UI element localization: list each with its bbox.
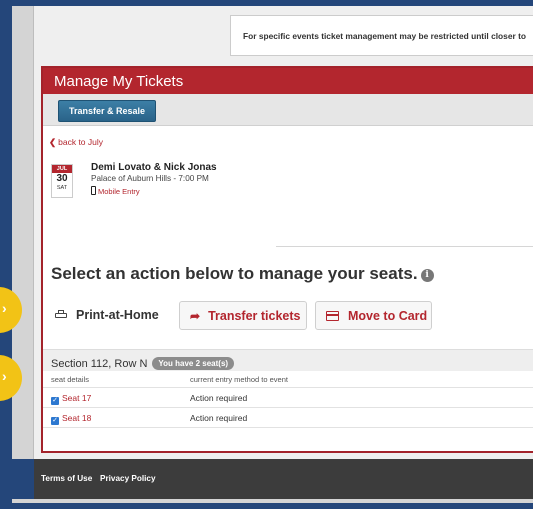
event-entry-label: Mobile Entry: [98, 187, 140, 196]
calendar-icon: JUL 30 SAT: [51, 164, 73, 198]
window-frame-left: [0, 0, 12, 509]
chevron-right-icon: ›: [2, 300, 7, 316]
credit-card-icon: [326, 311, 339, 321]
manage-headline-text: Select an action below to manage your se…: [51, 264, 418, 283]
footer: Terms of Use Privacy Policy: [34, 459, 533, 499]
chevron-right-icon: ›: [2, 368, 7, 384]
section-label: Section 112, Row N: [51, 358, 148, 370]
table-row: ✓ Seat 17 Action required: [43, 388, 533, 408]
seat-label: Seat 18: [62, 413, 92, 423]
seat-status: Action required: [190, 393, 248, 403]
card-title: Manage My Tickets: [54, 73, 184, 90]
back-link-label: back to July: [58, 137, 104, 147]
info-icon[interactable]: i: [420, 269, 434, 282]
card-header: Manage My Tickets: [43, 68, 533, 94]
event-month: JUL: [52, 165, 72, 173]
privacy-policy-link[interactable]: Privacy Policy: [100, 474, 156, 483]
section-bar: Section 112, Row N You have 2 seat(s): [43, 349, 533, 371]
print-label: Print-at-Home: [76, 308, 159, 322]
window-frame-bottom: [0, 499, 533, 509]
seat-count-badge: You have 2 seat(s): [152, 357, 235, 370]
card-toolbar: Transfer & Resale: [43, 94, 533, 126]
event-title: Demi Lovato & Nick Jonas: [91, 162, 217, 173]
divider: [276, 246, 533, 247]
move-to-card-label: Move to Card: [348, 309, 428, 323]
transfer-tickets-button[interactable]: ➦ Transfer tickets: [179, 301, 307, 330]
event-day: 30: [56, 173, 68, 184]
seat-status: Action required: [190, 413, 248, 423]
terms-of-use-link[interactable]: Terms of Use: [41, 474, 92, 483]
manage-headline: Select an action below to manage your se…: [51, 264, 434, 284]
seat-table-header: seat details current entry method to eve…: [43, 372, 533, 388]
event-entry-method: Mobile Entry: [91, 186, 140, 196]
transfer-resale-button[interactable]: Transfer & Resale: [58, 100, 157, 122]
restriction-notice: For specific events ticket management ma…: [230, 15, 533, 56]
event-weekday: SAT: [56, 185, 68, 191]
checkbox-checked-icon[interactable]: ✓: [51, 397, 59, 405]
printer-icon: [55, 310, 67, 320]
column-header-seat-details: seat details: [51, 375, 89, 384]
seat-checkbox-label[interactable]: ✓ Seat 18: [51, 413, 91, 425]
back-link[interactable]: ❮ back to July: [49, 137, 103, 148]
seat-label: Seat 17: [62, 393, 92, 403]
column-header-entry-method: current entry method to event: [190, 375, 288, 384]
move-to-card-button[interactable]: Move to Card: [315, 301, 432, 330]
event-venue: Palace of Auburn Hills - 7:00 PM: [91, 174, 209, 183]
table-row: ✓ Seat 18 Action required: [43, 408, 533, 428]
share-arrow-icon: ➦: [190, 309, 201, 323]
seat-checkbox-label[interactable]: ✓ Seat 17: [51, 393, 91, 405]
restriction-notice-text: For specific events ticket management ma…: [243, 31, 526, 41]
transfer-tickets-label: Transfer tickets: [208, 309, 301, 323]
chevron-left-icon: ❮: [49, 137, 57, 147]
print-at-home-button[interactable]: Print-at-Home: [55, 308, 159, 322]
manage-tickets-card: Manage My Tickets Transfer & Resale ❮ bac…: [41, 66, 533, 453]
checkbox-checked-icon[interactable]: ✓: [51, 417, 59, 425]
mobile-phone-icon: [91, 186, 96, 195]
